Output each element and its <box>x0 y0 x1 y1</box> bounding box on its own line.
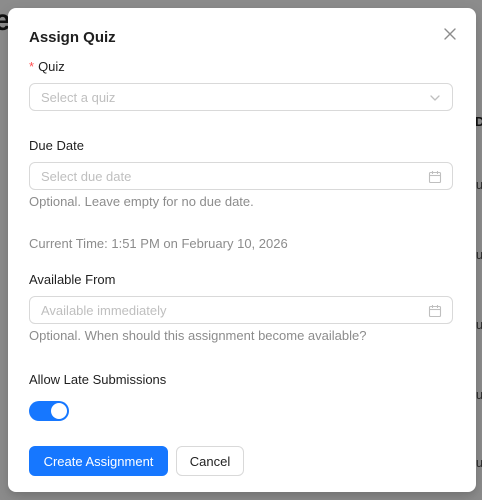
assign-quiz-dialog: Assign Quiz *Quiz Due Date Optional. Lea… <box>8 8 476 492</box>
available-from-input[interactable] <box>30 297 452 323</box>
create-assignment-button[interactable]: Create Assignment <box>29 446 168 476</box>
due-date-input[interactable] <box>30 163 452 189</box>
close-button[interactable] <box>440 24 460 44</box>
due-date-picker[interactable] <box>29 162 453 190</box>
due-date-help: Optional. Leave empty for no due date. <box>29 194 254 209</box>
calendar-icon <box>428 171 442 184</box>
chevron-down-icon <box>430 95 440 101</box>
late-submissions-label: Allow Late Submissions <box>29 372 167 387</box>
late-submissions-toggle[interactable] <box>29 401 69 421</box>
available-from-picker[interactable] <box>29 296 453 324</box>
available-from-help: Optional. When should this assignment be… <box>29 328 367 343</box>
dialog-title: Assign Quiz <box>29 29 116 46</box>
quiz-select-input[interactable] <box>30 84 452 110</box>
due-date-label: Due Date <box>29 138 84 153</box>
quiz-label: * Quiz <box>29 59 65 74</box>
close-icon <box>444 28 456 40</box>
available-from-label: Available From <box>29 272 116 287</box>
cancel-button[interactable]: Cancel <box>176 446 244 476</box>
toggle-knob <box>51 403 67 419</box>
quiz-label-text: Quiz <box>38 59 65 74</box>
calendar-icon <box>428 305 442 318</box>
quiz-select[interactable] <box>29 83 453 111</box>
current-time-text: Current Time: 1:51 PM on February 10, 20… <box>29 236 288 251</box>
required-mark: * <box>29 59 35 74</box>
